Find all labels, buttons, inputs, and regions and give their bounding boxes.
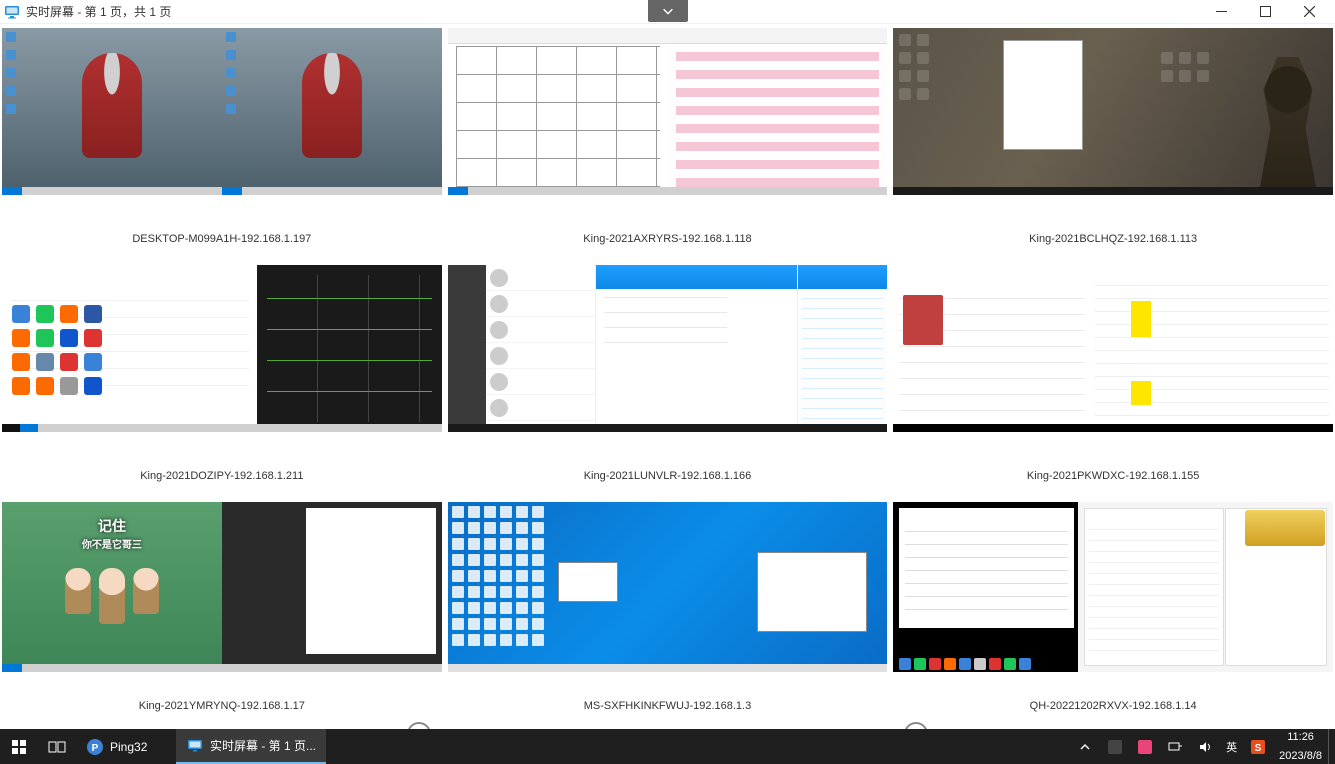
screen-label: King-2021DOZIPY-192.168.1.211 bbox=[140, 470, 303, 482]
svg-text:S: S bbox=[1255, 743, 1262, 754]
content-area: DESKTOP-M099A1H-192.168.1.197 King-2021A… bbox=[0, 24, 1335, 729]
close-button[interactable] bbox=[1287, 0, 1331, 24]
screen-label: King-2021LUNVLR-192.168.1.166 bbox=[584, 470, 752, 482]
screen-thumbnail[interactable] bbox=[448, 265, 888, 432]
pager: 上一页 下一页 bbox=[2, 716, 1333, 729]
screen-grid: DESKTOP-M099A1H-192.168.1.197 King-2021A… bbox=[2, 28, 1333, 716]
app-tray-icon bbox=[1106, 738, 1124, 756]
monitor-icon bbox=[186, 737, 204, 755]
screen-cell: King-2021LUNVLR-192.168.1.166 bbox=[448, 265, 888, 500]
tray-volume[interactable] bbox=[1190, 729, 1220, 764]
tray-icon[interactable] bbox=[1130, 729, 1160, 764]
svg-text:P: P bbox=[92, 743, 99, 754]
screen-cell: King-2021PKWDXC-192.168.1.155 bbox=[893, 265, 1333, 500]
arrow-left-icon bbox=[407, 722, 431, 729]
taskbar: P Ping32 实时屏幕 - 第 1 页... bbox=[0, 729, 1335, 764]
next-page-button[interactable]: 下一页 bbox=[848, 720, 934, 729]
titlebar: 实时屏幕 - 第 1 页，共 1 页 bbox=[0, 0, 1335, 24]
dropdown-tab[interactable] bbox=[648, 0, 688, 22]
screen-label: King-2021BCLHQZ-192.168.1.113 bbox=[1029, 233, 1197, 245]
screen-thumbnail[interactable] bbox=[2, 28, 442, 195]
tray-ime[interactable]: 英 bbox=[1220, 729, 1243, 764]
start-button[interactable] bbox=[0, 729, 38, 764]
taskbar-app-label: Ping32 bbox=[110, 740, 147, 754]
overlay-text: 你不是它哥三 bbox=[82, 536, 142, 551]
minimize-button[interactable] bbox=[1199, 0, 1243, 24]
arrow-right-icon bbox=[904, 722, 928, 729]
sogou-icon: S bbox=[1249, 738, 1267, 756]
taskbar-app-label: 实时屏幕 - 第 1 页... bbox=[210, 737, 316, 754]
maximize-icon bbox=[1260, 6, 1271, 17]
taskbar-app-ping32[interactable]: P Ping32 bbox=[76, 729, 176, 764]
screen-label: MS-SXFHKINKFWUJ-192.168.1.3 bbox=[584, 700, 752, 712]
chevron-down-icon bbox=[661, 4, 675, 18]
screen-thumbnail[interactable] bbox=[893, 28, 1333, 195]
taskbar-left: P Ping32 实时屏幕 - 第 1 页... bbox=[0, 729, 326, 764]
screen-thumbnail[interactable] bbox=[2, 265, 442, 432]
pink-app-icon bbox=[1136, 738, 1154, 756]
monitor-icon bbox=[4, 4, 20, 20]
window-title: 实时屏幕 - 第 1 页，共 1 页 bbox=[26, 3, 171, 20]
screen-cell: King-2021BCLHQZ-192.168.1.113 bbox=[893, 28, 1333, 263]
ping32-icon: P bbox=[86, 738, 104, 756]
maximize-button[interactable] bbox=[1243, 0, 1287, 24]
screen-label: King-2021AXRYRS-192.168.1.118 bbox=[583, 233, 751, 245]
minimize-icon bbox=[1216, 6, 1227, 17]
screen-thumbnail[interactable] bbox=[448, 502, 888, 672]
screen-thumbnail[interactable] bbox=[893, 265, 1333, 432]
screen-cell: 记住 你不是它哥三 King-2021YMRYNQ-192.168.1.17 bbox=[2, 502, 442, 716]
overlay-text: 记住 bbox=[98, 516, 126, 536]
screen-label: DESKTOP-M099A1H-192.168.1.197 bbox=[132, 233, 311, 245]
clock-time: 11:26 bbox=[1287, 731, 1314, 744]
screen-cell: QH-20221202RXVX-192.168.1.14 bbox=[893, 502, 1333, 716]
task-view-icon bbox=[48, 738, 66, 756]
tray-overflow-button[interactable] bbox=[1070, 729, 1100, 764]
network-icon bbox=[1166, 738, 1184, 756]
taskbar-app-realtime[interactable]: 实时屏幕 - 第 1 页... bbox=[176, 729, 326, 764]
close-icon bbox=[1304, 6, 1315, 17]
tray-icon[interactable] bbox=[1100, 729, 1130, 764]
taskbar-right: 英 S 11:26 2023/8/8 bbox=[1070, 729, 1335, 764]
chevron-up-icon bbox=[1076, 738, 1094, 756]
screen-cell: King-2021AXRYRS-192.168.1.118 bbox=[448, 28, 888, 263]
screen-label: QH-20221202RXVX-192.168.1.14 bbox=[1030, 700, 1197, 712]
task-view-button[interactable] bbox=[38, 729, 76, 764]
clock-date: 2023/8/8 bbox=[1279, 750, 1322, 763]
show-desktop-button[interactable] bbox=[1328, 729, 1335, 764]
tray-icon[interactable]: S bbox=[1243, 729, 1273, 764]
screen-cell: King-2021DOZIPY-192.168.1.211 bbox=[2, 265, 442, 500]
screen-label: King-2021YMRYNQ-192.168.1.17 bbox=[139, 700, 305, 712]
window-controls bbox=[1199, 0, 1331, 24]
tray-network[interactable] bbox=[1160, 729, 1190, 764]
screen-thumbnail[interactable]: 记住 你不是它哥三 bbox=[2, 502, 442, 672]
screen-cell: MS-SXFHKINKFWUJ-192.168.1.3 bbox=[448, 502, 888, 716]
prev-page-button[interactable]: 上一页 bbox=[401, 720, 487, 729]
screen-cell: DESKTOP-M099A1H-192.168.1.197 bbox=[2, 28, 442, 263]
start-icon bbox=[10, 738, 28, 756]
screen-thumbnail[interactable] bbox=[893, 502, 1333, 672]
screen-thumbnail[interactable] bbox=[448, 28, 888, 195]
volume-icon bbox=[1196, 738, 1214, 756]
screen-label: King-2021PKWDXC-192.168.1.155 bbox=[1027, 470, 1199, 482]
taskbar-clock[interactable]: 11:26 2023/8/8 bbox=[1273, 729, 1328, 764]
ime-label: 英 bbox=[1226, 739, 1237, 755]
